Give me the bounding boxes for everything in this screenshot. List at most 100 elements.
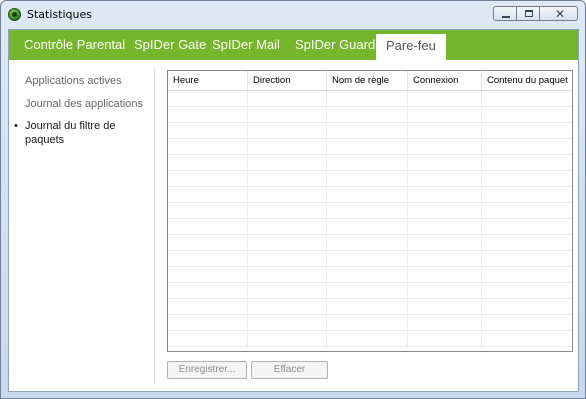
table-cell (168, 251, 248, 266)
table-cell (327, 299, 408, 314)
column-connexion[interactable]: Connexion (408, 71, 482, 91)
table-cell (327, 203, 408, 218)
table-cell (482, 251, 572, 266)
table-cell (482, 187, 572, 202)
table-cell (482, 219, 572, 234)
active-bullet: • (14, 120, 18, 132)
table-cell (327, 123, 408, 138)
table-row (168, 283, 572, 299)
table-cell (248, 219, 327, 234)
table-row (168, 315, 572, 331)
table-body (168, 91, 572, 351)
column-direction[interactable]: Direction (248, 71, 327, 91)
statistics-window: Statistiques ✕ Contrôle Parental SpIDer … (0, 0, 586, 399)
tab-controle-parental[interactable]: Contrôle Parental (24, 30, 125, 60)
table-cell (248, 171, 327, 186)
table-cell (408, 331, 482, 346)
table-row (168, 107, 572, 123)
table-cell (327, 171, 408, 186)
tab-pare-feu[interactable]: Pare-feu (376, 34, 446, 60)
table-cell (248, 315, 327, 330)
table-row (168, 331, 572, 347)
table-cell (327, 331, 408, 346)
table-cell (408, 171, 482, 186)
table-cell (168, 315, 248, 330)
column-heure[interactable]: Heure (168, 71, 248, 91)
table-cell (168, 155, 248, 170)
table-cell (248, 235, 327, 250)
table-row (168, 91, 572, 107)
table-cell (168, 123, 248, 138)
tab-spider-guard[interactable]: SpIDer Guard (295, 30, 375, 60)
close-icon: ✕ (555, 7, 566, 21)
table-cell (408, 155, 482, 170)
caption-buttons: ✕ (493, 6, 578, 22)
column-nom-de-regle[interactable]: Nom de règle (327, 71, 408, 91)
table-cell (482, 331, 572, 346)
table-cell (168, 299, 248, 314)
table-cell (248, 91, 327, 106)
table-cell (482, 139, 572, 154)
table-cell (408, 107, 482, 122)
table-cell (327, 315, 408, 330)
table-cell (248, 187, 327, 202)
table-cell (168, 171, 248, 186)
table-cell (327, 267, 408, 282)
column-contenu-du-paquet[interactable]: Contenu du paquet (482, 71, 572, 91)
table-cell (408, 203, 482, 218)
table-cell (327, 107, 408, 122)
table-cell (327, 283, 408, 298)
table-cell (248, 107, 327, 122)
table-row (168, 171, 572, 187)
table-row (168, 219, 572, 235)
table-cell (482, 299, 572, 314)
table-header: Heure Direction Nom de règle Connexion C… (168, 71, 572, 91)
table-cell (327, 187, 408, 202)
client-area: Contrôle Parental SpIDer Gate SpIDer Mai… (8, 29, 579, 392)
tab-spider-gate[interactable]: SpIDer Gate (134, 30, 206, 60)
table-cell (168, 107, 248, 122)
sidebar-item-journal-filtre-paquets[interactable]: • Journal du filtre de paquets (14, 119, 145, 147)
app-logo-icon (8, 8, 21, 21)
table-cell (482, 283, 572, 298)
maximize-icon (525, 10, 533, 17)
table-cell (168, 235, 248, 250)
minimize-icon (502, 16, 510, 18)
table-cell (482, 123, 572, 138)
minimize-button[interactable] (493, 6, 517, 21)
tab-spider-mail[interactable]: SpIDer Mail (212, 30, 280, 60)
table-row (168, 203, 572, 219)
table-row (168, 235, 572, 251)
table-cell (248, 155, 327, 170)
packet-log-table[interactable]: Heure Direction Nom de règle Connexion C… (167, 70, 573, 352)
table-cell (482, 203, 572, 218)
close-button[interactable]: ✕ (539, 6, 578, 21)
table-cell (248, 299, 327, 314)
sidebar: Applications actives Journal des applica… (9, 60, 152, 391)
table-cell (408, 235, 482, 250)
table-cell (327, 235, 408, 250)
table-cell (408, 91, 482, 106)
sidebar-item-journal-applications[interactable]: Journal des applications (25, 97, 145, 111)
table-cell (248, 267, 327, 282)
table-cell (168, 219, 248, 234)
table-row (168, 155, 572, 171)
table-cell (168, 91, 248, 106)
table-cell (482, 171, 572, 186)
table-cell (408, 315, 482, 330)
table-row (168, 299, 572, 315)
save-button[interactable]: Enregistrer... (167, 361, 247, 379)
table-row (168, 267, 572, 283)
title-bar[interactable]: Statistiques ✕ (1, 1, 585, 28)
table-row (168, 123, 572, 139)
clear-button[interactable]: Effacer (251, 361, 328, 379)
table-cell (327, 139, 408, 154)
table-cell (327, 91, 408, 106)
table-cell (248, 283, 327, 298)
table-cell (168, 187, 248, 202)
sidebar-item-applications-actives[interactable]: Applications actives (25, 74, 145, 88)
maximize-button[interactable] (516, 6, 540, 21)
table-cell (482, 107, 572, 122)
table-cell (248, 123, 327, 138)
table-row (168, 251, 572, 267)
